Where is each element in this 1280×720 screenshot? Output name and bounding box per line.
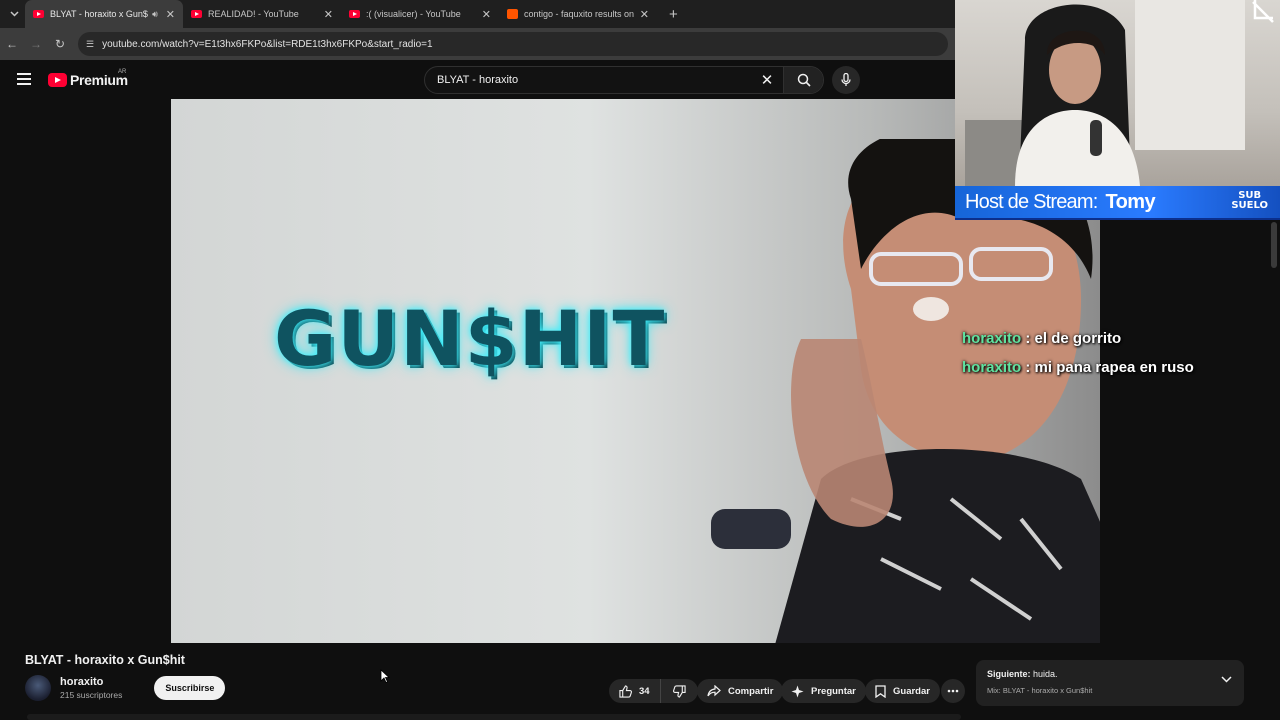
stream-chat: horaxito : el de gorrito horaxito : mi p… bbox=[962, 330, 1194, 388]
more-actions-button[interactable] bbox=[941, 679, 965, 703]
chevron-down-icon[interactable] bbox=[1221, 676, 1232, 683]
save-button[interactable]: Guardar bbox=[865, 679, 940, 703]
country-code: AR bbox=[118, 69, 127, 75]
soundcloud-favicon-icon bbox=[507, 9, 518, 19]
host-banner: Host de Stream: Tomy SUB SUELO bbox=[955, 186, 1280, 220]
browser-tab[interactable]: :( (visualicer) - YouTube ✕ bbox=[341, 0, 499, 28]
tab-search-button[interactable] bbox=[3, 3, 25, 25]
ask-button[interactable]: Preguntar bbox=[781, 679, 866, 703]
search-input[interactable]: BLYAT - horaxito bbox=[425, 74, 751, 86]
next-title: huida. bbox=[1033, 669, 1058, 679]
more-horizontal-icon bbox=[947, 689, 959, 693]
like-count: 34 bbox=[639, 685, 650, 697]
browser-tab[interactable]: REALIDAD! - YouTube ✕ bbox=[183, 0, 341, 28]
site-info-icon[interactable]: ☰ bbox=[86, 39, 94, 50]
youtube-favicon-icon bbox=[349, 10, 360, 18]
close-tab-icon[interactable]: ✕ bbox=[482, 8, 491, 21]
webcam-overlay bbox=[955, 0, 1280, 186]
save-label: Guardar bbox=[893, 685, 930, 697]
ask-label: Preguntar bbox=[811, 685, 856, 697]
search-icon bbox=[797, 73, 811, 87]
address-bar[interactable]: ☰ youtube.com/watch?v=E1t3hx6FKPo&list=R… bbox=[78, 32, 948, 56]
thumbs-down-icon bbox=[672, 684, 686, 698]
back-arrow-icon[interactable]: ← bbox=[0, 37, 24, 51]
mix-title: Mix: BLYAT - horaxito x Gun$hit bbox=[987, 686, 1093, 695]
youtube-favicon-icon bbox=[33, 10, 44, 18]
chevron-down-icon bbox=[9, 11, 19, 17]
channel-name[interactable]: horaxito bbox=[60, 676, 122, 688]
channel-row: horaxito 215 suscriptores Suscribirse bbox=[25, 675, 226, 701]
video-title: BLYAT - horaxito x Gun$hit bbox=[25, 653, 185, 667]
ask-wrap: Preguntar bbox=[781, 679, 866, 703]
close-tab-icon[interactable]: ✕ bbox=[324, 8, 333, 21]
host-label: Host de Stream: bbox=[965, 190, 1098, 213]
youtube-play-icon bbox=[48, 73, 67, 87]
subsuelo-logo: SUB SUELO bbox=[1231, 191, 1268, 211]
url-text: youtube.com/watch?v=E1t3hx6FKPo&list=RDE… bbox=[102, 38, 433, 50]
chat-username: horaxito bbox=[962, 330, 1022, 347]
browser-tab[interactable]: contigo - faquxito results on So ✕ bbox=[499, 0, 657, 28]
channel-info: horaxito 215 suscriptores bbox=[60, 676, 122, 700]
browser-tab-strip: BLYAT - horaxito x Gun$hit 🔊︎ ✕ REALIDAD… bbox=[0, 0, 955, 28]
subscriber-count: 215 suscriptores bbox=[60, 690, 123, 700]
video-overlay-text: GUN$HIT bbox=[274, 294, 666, 383]
thumbs-up-icon bbox=[619, 684, 632, 698]
close-tab-icon[interactable]: ✕ bbox=[640, 8, 649, 21]
browser-tab-active[interactable]: BLYAT - horaxito x Gun$hit 🔊︎ ✕ bbox=[25, 0, 183, 28]
tab-title: :( (visualicer) - YouTube bbox=[366, 9, 461, 19]
like-dislike-group: 34 bbox=[609, 679, 698, 703]
up-next-line: Siguiente: huida. bbox=[987, 669, 1233, 679]
reload-icon[interactable]: ↻ bbox=[48, 37, 72, 51]
webcam-image bbox=[965, 0, 1274, 186]
share-wrap: Compartir bbox=[697, 679, 784, 703]
menu-icon[interactable] bbox=[17, 73, 31, 88]
logo-line-2: SUELO bbox=[1231, 200, 1268, 211]
save-wrap: Guardar bbox=[865, 679, 940, 703]
next-label: Siguiente: bbox=[987, 669, 1031, 679]
dislike-button[interactable] bbox=[659, 679, 698, 703]
mix-playlist-panel[interactable]: Siguiente: huida. Mix: BLYAT - horaxito … bbox=[976, 660, 1244, 706]
forward-arrow-icon[interactable]: → bbox=[24, 37, 48, 51]
channel-avatar[interactable] bbox=[25, 675, 51, 701]
description-box-edge[interactable] bbox=[27, 714, 961, 720]
youtube-logo[interactable]: Premium AR bbox=[48, 69, 128, 88]
chat-text: : el de gorrito bbox=[1025, 330, 1122, 347]
chat-text: : mi pana rapea en ruso bbox=[1025, 359, 1194, 376]
search-box[interactable]: BLYAT - horaxito ✕ bbox=[424, 66, 824, 94]
youtube-favicon-icon bbox=[191, 10, 202, 18]
chat-message: horaxito : mi pana rapea en ruso bbox=[962, 359, 1194, 376]
tab-title: BLYAT - horaxito x Gun$hit bbox=[50, 9, 149, 19]
voice-search-button[interactable] bbox=[832, 66, 860, 94]
youtube-header: Premium AR BLYAT - horaxito ✕ bbox=[0, 60, 955, 100]
subscribe-button[interactable]: Suscribirse bbox=[154, 676, 226, 700]
browser-toolbar: ← → ↻ ☰ youtube.com/watch?v=E1t3hx6FKPo&… bbox=[0, 28, 955, 60]
like-button[interactable]: 34 bbox=[609, 679, 660, 703]
chat-message: horaxito : el de gorrito bbox=[962, 330, 1194, 347]
search-button[interactable] bbox=[783, 67, 823, 93]
share-button[interactable]: Compartir bbox=[697, 679, 784, 703]
chat-username: horaxito bbox=[962, 359, 1022, 376]
new-tab-icon[interactable]: + bbox=[669, 6, 678, 23]
microphone-icon bbox=[841, 73, 851, 86]
host-name: Tomy bbox=[1105, 190, 1156, 213]
share-label: Compartir bbox=[728, 685, 774, 697]
bookmark-icon bbox=[875, 684, 886, 698]
chat-scrollbar[interactable] bbox=[1271, 222, 1277, 268]
tab-title: contigo - faquxito results on So bbox=[524, 9, 636, 19]
tab-title: REALIDAD! - YouTube bbox=[208, 9, 299, 19]
sparkle-icon bbox=[791, 684, 804, 698]
close-tab-icon[interactable]: ✕ bbox=[166, 8, 175, 21]
share-icon bbox=[707, 685, 721, 697]
clear-search-icon[interactable]: ✕ bbox=[751, 71, 783, 89]
mouse-cursor-icon bbox=[380, 669, 390, 683]
more-wrap bbox=[941, 679, 965, 703]
speaker-icon[interactable]: 🔊︎ bbox=[152, 9, 158, 20]
